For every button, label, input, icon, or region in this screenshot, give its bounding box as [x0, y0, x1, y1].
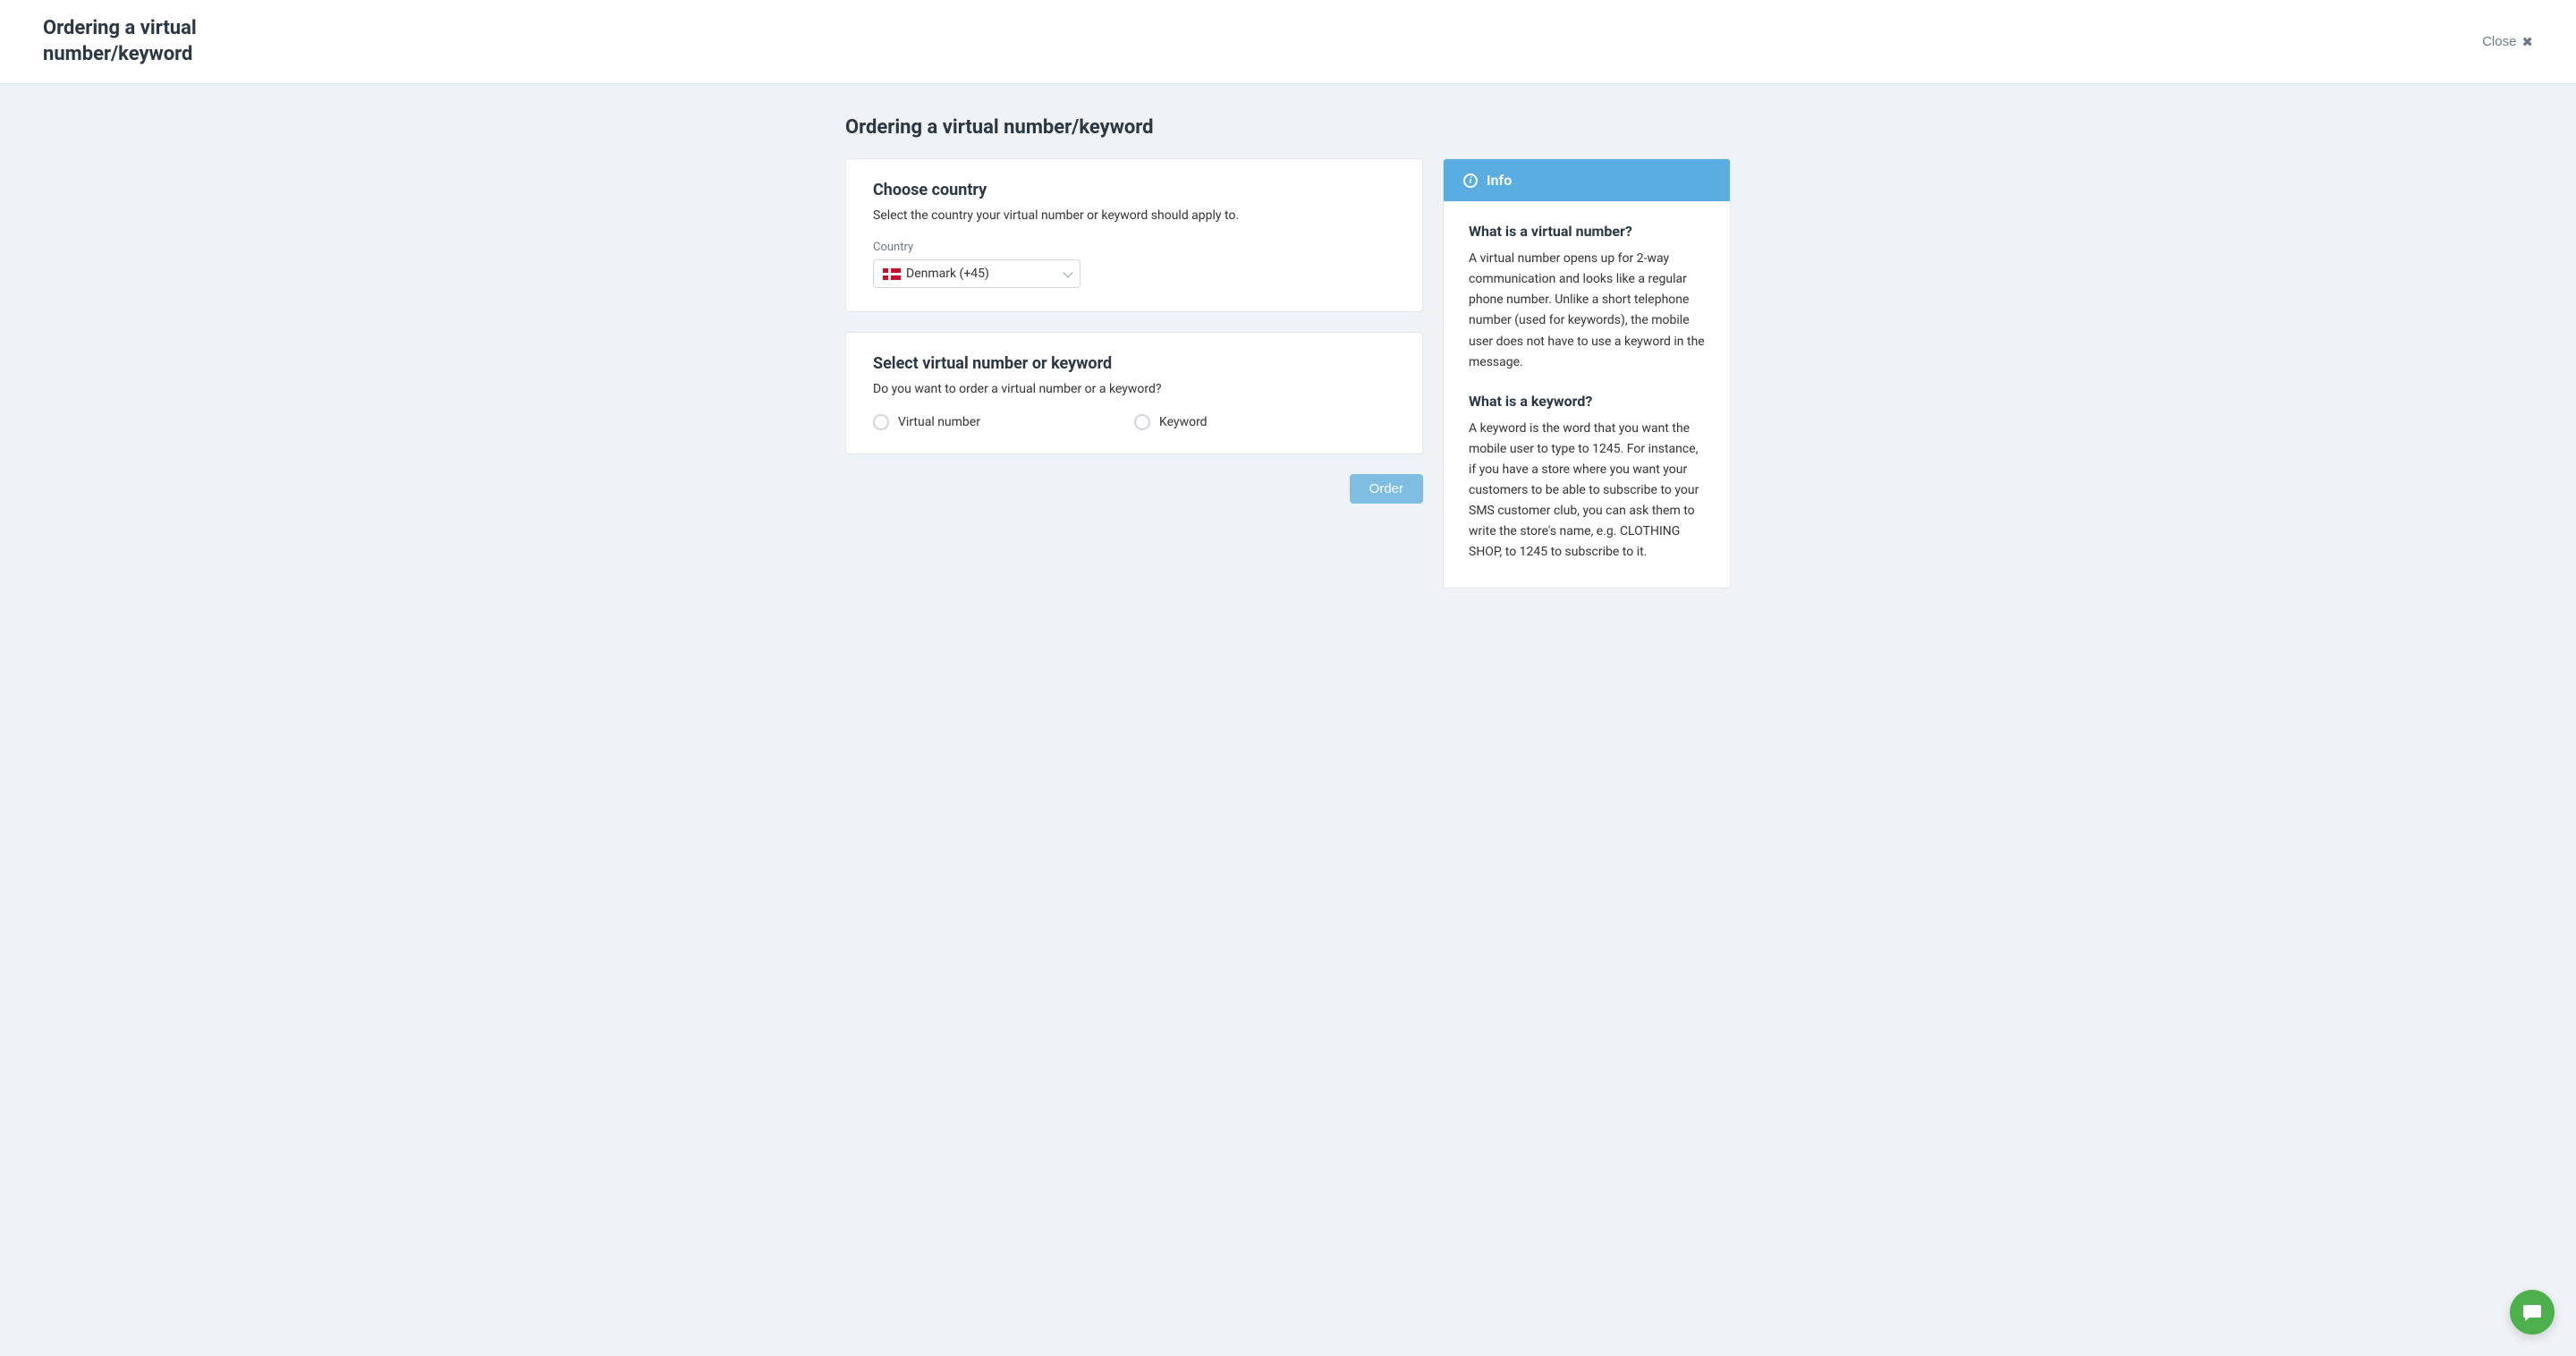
info-body: What is a virtual number? A virtual numb…	[1444, 201, 1730, 588]
radio-keyword[interactable]: Keyword	[1134, 414, 1395, 430]
choose-country-card: Choose country Select the country your v…	[845, 158, 1423, 312]
page-heading: Ordering a virtual number/keyword	[845, 116, 1731, 139]
order-row: Order	[845, 474, 1423, 504]
flag-denmark-icon	[883, 268, 901, 280]
country-select-value: Denmark (+45)	[906, 267, 989, 281]
select-type-card: Select virtual number or keyword Do you …	[845, 332, 1423, 454]
close-label: Close	[2482, 34, 2516, 49]
info-icon: i	[1463, 174, 1478, 188]
chat-icon	[2521, 1301, 2543, 1323]
country-field-label: Country	[873, 241, 1395, 254]
choose-country-title: Choose country	[873, 181, 1395, 199]
topbar: Ordering a virtual number/keyword Close …	[0, 0, 2576, 84]
country-select-wrap: Denmark (+45)	[873, 259, 1080, 288]
radio-icon	[873, 414, 889, 430]
radio-label-virtual: Virtual number	[898, 415, 980, 429]
topbar-title: Ordering a virtual number/keyword	[43, 16, 240, 67]
info-section-body: A virtual number opens up for 2-way comm…	[1469, 249, 1705, 373]
main-container: Ordering a virtual number/keyword Choose…	[845, 84, 1731, 642]
radio-row: Virtual number Keyword	[873, 414, 1395, 430]
info-section-heading: What is a keyword?	[1469, 393, 1705, 410]
info-section-heading: What is a virtual number?	[1469, 223, 1705, 240]
close-button[interactable]: Close ✖	[2482, 34, 2533, 50]
radio-virtual-number[interactable]: Virtual number	[873, 414, 1134, 430]
radio-icon	[1134, 414, 1150, 430]
radio-label-keyword: Keyword	[1159, 415, 1208, 429]
select-type-title: Select virtual number or keyword	[873, 354, 1395, 373]
choose-country-subtitle: Select the country your virtual number o…	[873, 208, 1395, 223]
order-button[interactable]: Order	[1350, 474, 1423, 504]
country-select[interactable]: Denmark (+45)	[873, 259, 1080, 288]
columns: Choose country Select the country your v…	[845, 158, 1731, 589]
info-section-body: A keyword is the word that you want the …	[1469, 419, 1705, 564]
left-column: Choose country Select the country your v…	[845, 158, 1423, 504]
info-header-label: Info	[1487, 172, 1512, 189]
info-card: i Info What is a virtual number? A virtu…	[1443, 158, 1731, 589]
chat-fab[interactable]	[2510, 1290, 2555, 1335]
close-icon: ✖	[2521, 34, 2533, 50]
select-type-subtitle: Do you want to order a virtual number or…	[873, 382, 1395, 396]
right-column: i Info What is a virtual number? A virtu…	[1443, 158, 1731, 589]
info-header: i Info	[1444, 159, 1730, 201]
